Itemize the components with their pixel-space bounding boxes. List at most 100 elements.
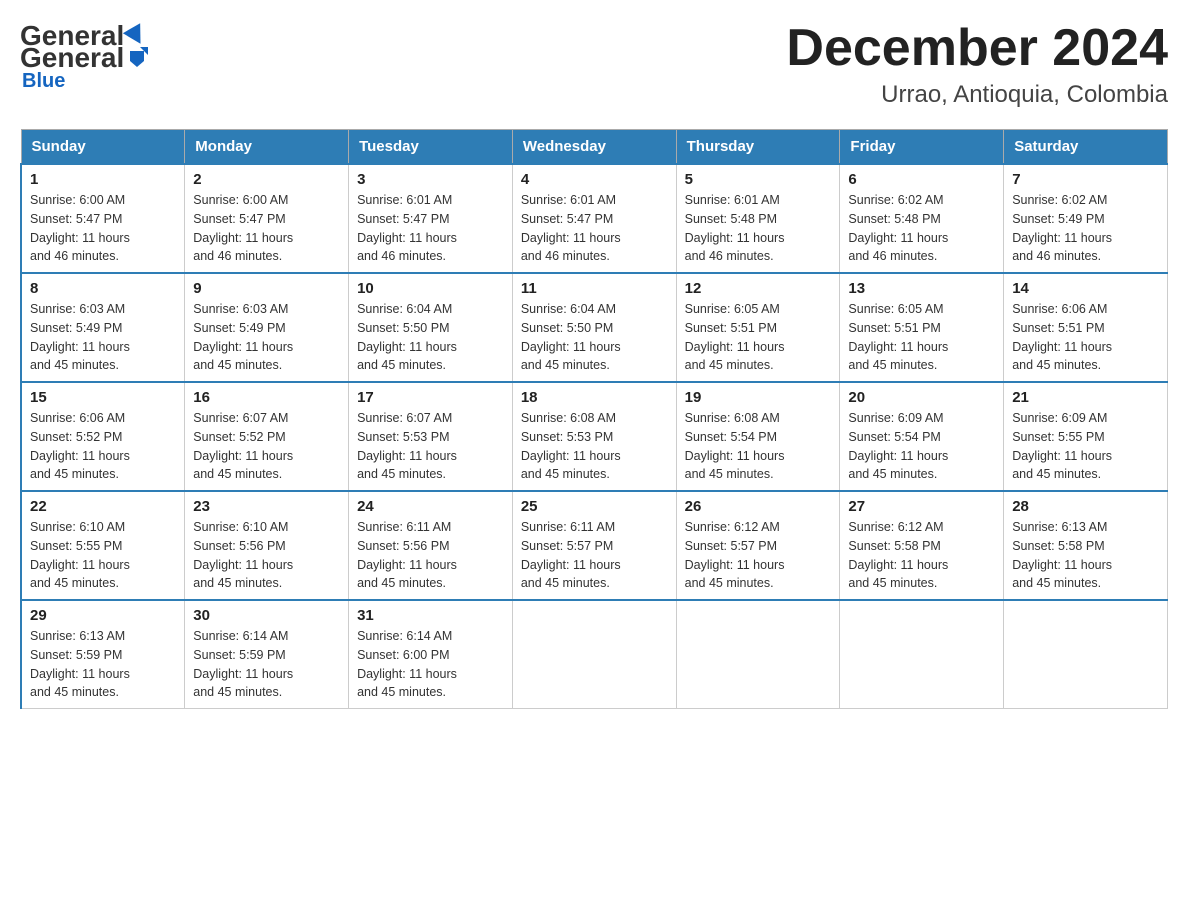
day-number: 14 xyxy=(1012,280,1159,297)
day-info: Sunrise: 6:03 AMSunset: 5:49 PMDaylight:… xyxy=(30,300,176,375)
day-info: Sunrise: 6:05 AMSunset: 5:51 PMDaylight:… xyxy=(848,300,995,375)
day-info: Sunrise: 6:13 AMSunset: 5:58 PMDaylight:… xyxy=(1012,518,1159,593)
table-row: 16Sunrise: 6:07 AMSunset: 5:52 PMDayligh… xyxy=(185,382,349,491)
day-number: 18 xyxy=(521,389,668,406)
day-info: Sunrise: 6:03 AMSunset: 5:49 PMDaylight:… xyxy=(193,300,340,375)
table-row: 5 Sunrise: 6:01 AMSunset: 5:48 PMDaylight… xyxy=(676,164,840,273)
table-row: 22 Sunrise: 6:10 AMSunset: 5:55 PMDayligh… xyxy=(21,491,185,600)
col-wednesday: Wednesday xyxy=(512,130,676,165)
table-row: 31 Sunrise: 6:14 AMSunset: 6:00 PMDayligh… xyxy=(349,600,513,709)
col-friday: Friday xyxy=(840,130,1004,165)
day-number: 23 xyxy=(193,498,340,515)
day-number: 10 xyxy=(357,280,504,297)
table-row: 15 Sunrise: 6:06 AMSunset: 5:52 PMDayligh… xyxy=(21,382,185,491)
calendar-week-row: 8 Sunrise: 6:03 AMSunset: 5:49 PMDaylight… xyxy=(21,273,1168,382)
main-title: December 2024 xyxy=(786,20,1168,77)
table-row: 21 Sunrise: 6:09 AMSunset: 5:55 PMDayligh… xyxy=(1004,382,1168,491)
subtitle: Urrao, Antioquia, Colombia xyxy=(786,81,1168,109)
calendar-week-row: 22 Sunrise: 6:10 AMSunset: 5:55 PMDayligh… xyxy=(21,491,1168,600)
day-info: Sunrise: 6:09 AMSunset: 5:55 PMDaylight:… xyxy=(1012,409,1159,484)
day-number: 8 xyxy=(30,280,176,297)
day-number: 24 xyxy=(357,498,504,515)
calendar-week-row: 1Sunrise: 6:00 AMSunset: 5:47 PMDaylight… xyxy=(21,164,1168,273)
day-number: 19 xyxy=(685,389,832,406)
day-info: Sunrise: 6:07 AMSunset: 5:52 PMDaylight:… xyxy=(193,409,340,484)
day-number: 13 xyxy=(848,280,995,297)
col-tuesday: Tuesday xyxy=(349,130,513,165)
table-row: 10Sunrise: 6:04 AMSunset: 5:50 PMDayligh… xyxy=(349,273,513,382)
table-row: 14 Sunrise: 6:06 AMSunset: 5:51 PMDayligh… xyxy=(1004,273,1168,382)
day-number: 2 xyxy=(193,171,340,188)
day-number: 5 xyxy=(685,171,832,188)
col-saturday: Saturday xyxy=(1004,130,1168,165)
day-number: 27 xyxy=(848,498,995,515)
day-number: 30 xyxy=(193,607,340,624)
day-info: Sunrise: 6:14 AMSunset: 5:59 PMDaylight:… xyxy=(193,627,340,702)
day-info: Sunrise: 6:01 AMSunset: 5:48 PMDaylight:… xyxy=(685,191,832,266)
day-info: Sunrise: 6:05 AMSunset: 5:51 PMDaylight:… xyxy=(685,300,832,375)
day-info: Sunrise: 6:13 AMSunset: 5:59 PMDaylight:… xyxy=(30,627,176,702)
day-number: 12 xyxy=(685,280,832,297)
table-row: 11 Sunrise: 6:04 AMSunset: 5:50 PMDayligh… xyxy=(512,273,676,382)
logo-arrow-icon xyxy=(126,47,148,69)
day-info: Sunrise: 6:10 AMSunset: 5:55 PMDaylight:… xyxy=(30,518,176,593)
logo-blue-label: Blue xyxy=(22,70,65,93)
day-info: Sunrise: 6:07 AMSunset: 5:53 PMDaylight:… xyxy=(357,409,504,484)
table-row xyxy=(840,600,1004,709)
day-info: Sunrise: 6:06 AMSunset: 5:52 PMDaylight:… xyxy=(30,409,176,484)
table-row: 30 Sunrise: 6:14 AMSunset: 5:59 PMDayligh… xyxy=(185,600,349,709)
table-row: 24 Sunrise: 6:11 AMSunset: 5:56 PMDayligh… xyxy=(349,491,513,600)
table-row: 27 Sunrise: 6:12 AMSunset: 5:58 PMDayligh… xyxy=(840,491,1004,600)
table-row: 29 Sunrise: 6:13 AMSunset: 5:59 PMDayligh… xyxy=(21,600,185,709)
table-row: 18 Sunrise: 6:08 AMSunset: 5:53 PMDayligh… xyxy=(512,382,676,491)
table-row: 2Sunrise: 6:00 AMSunset: 5:47 PMDaylight… xyxy=(185,164,349,273)
table-row: 25Sunrise: 6:11 AMSunset: 5:57 PMDayligh… xyxy=(512,491,676,600)
table-row: 17 Sunrise: 6:07 AMSunset: 5:53 PMDayligh… xyxy=(349,382,513,491)
day-number: 9 xyxy=(193,280,340,297)
table-row: 6Sunrise: 6:02 AMSunset: 5:48 PMDaylight… xyxy=(840,164,1004,273)
day-info: Sunrise: 6:02 AMSunset: 5:49 PMDaylight:… xyxy=(1012,191,1159,266)
calendar-week-row: 15 Sunrise: 6:06 AMSunset: 5:52 PMDayligh… xyxy=(21,382,1168,491)
day-info: Sunrise: 6:00 AMSunset: 5:47 PMDaylight:… xyxy=(30,191,176,266)
table-row xyxy=(676,600,840,709)
day-info: Sunrise: 6:06 AMSunset: 5:51 PMDaylight:… xyxy=(1012,300,1159,375)
day-number: 21 xyxy=(1012,389,1159,406)
day-info: Sunrise: 6:08 AMSunset: 5:54 PMDaylight:… xyxy=(685,409,832,484)
title-block: December 2024 Urrao, Antioquia, Colombia xyxy=(786,20,1168,109)
day-number: 17 xyxy=(357,389,504,406)
table-row: 9 Sunrise: 6:03 AMSunset: 5:49 PMDaylight… xyxy=(185,273,349,382)
calendar-header-row: Sunday Monday Tuesday Wednesday Thursday… xyxy=(21,130,1168,165)
day-number: 7 xyxy=(1012,171,1159,188)
day-number: 29 xyxy=(30,607,176,624)
day-info: Sunrise: 6:11 AMSunset: 5:56 PMDaylight:… xyxy=(357,518,504,593)
day-info: Sunrise: 6:11 AMSunset: 5:57 PMDaylight:… xyxy=(521,518,668,593)
day-number: 20 xyxy=(848,389,995,406)
day-number: 31 xyxy=(357,607,504,624)
table-row xyxy=(1004,600,1168,709)
day-number: 28 xyxy=(1012,498,1159,515)
col-sunday: Sunday xyxy=(21,130,185,165)
day-info: Sunrise: 6:14 AMSunset: 6:00 PMDaylight:… xyxy=(357,627,504,702)
logo: General General Blue xyxy=(20,20,150,93)
day-info: Sunrise: 6:04 AMSunset: 5:50 PMDaylight:… xyxy=(521,300,668,375)
table-row: 28 Sunrise: 6:13 AMSunset: 5:58 PMDayligh… xyxy=(1004,491,1168,600)
table-row: 3 Sunrise: 6:01 AMSunset: 5:47 PMDaylight… xyxy=(349,164,513,273)
day-number: 22 xyxy=(30,498,176,515)
day-number: 11 xyxy=(521,280,668,297)
table-row: 23 Sunrise: 6:10 AMSunset: 5:56 PMDayligh… xyxy=(185,491,349,600)
day-number: 6 xyxy=(848,171,995,188)
day-number: 15 xyxy=(30,389,176,406)
day-number: 4 xyxy=(521,171,668,188)
day-info: Sunrise: 6:08 AMSunset: 5:53 PMDaylight:… xyxy=(521,409,668,484)
day-info: Sunrise: 6:12 AMSunset: 5:58 PMDaylight:… xyxy=(848,518,995,593)
day-info: Sunrise: 6:10 AMSunset: 5:56 PMDaylight:… xyxy=(193,518,340,593)
day-info: Sunrise: 6:09 AMSunset: 5:54 PMDaylight:… xyxy=(848,409,995,484)
table-row: 4Sunrise: 6:01 AMSunset: 5:47 PMDaylight… xyxy=(512,164,676,273)
page-header: General General Blue December 2024 Urrao… xyxy=(20,20,1168,109)
table-row: 20 Sunrise: 6:09 AMSunset: 5:54 PMDayligh… xyxy=(840,382,1004,491)
day-number: 26 xyxy=(685,498,832,515)
day-number: 3 xyxy=(357,171,504,188)
col-thursday: Thursday xyxy=(676,130,840,165)
day-info: Sunrise: 6:01 AMSunset: 5:47 PMDaylight:… xyxy=(357,191,504,266)
table-row: 12 Sunrise: 6:05 AMSunset: 5:51 PMDayligh… xyxy=(676,273,840,382)
